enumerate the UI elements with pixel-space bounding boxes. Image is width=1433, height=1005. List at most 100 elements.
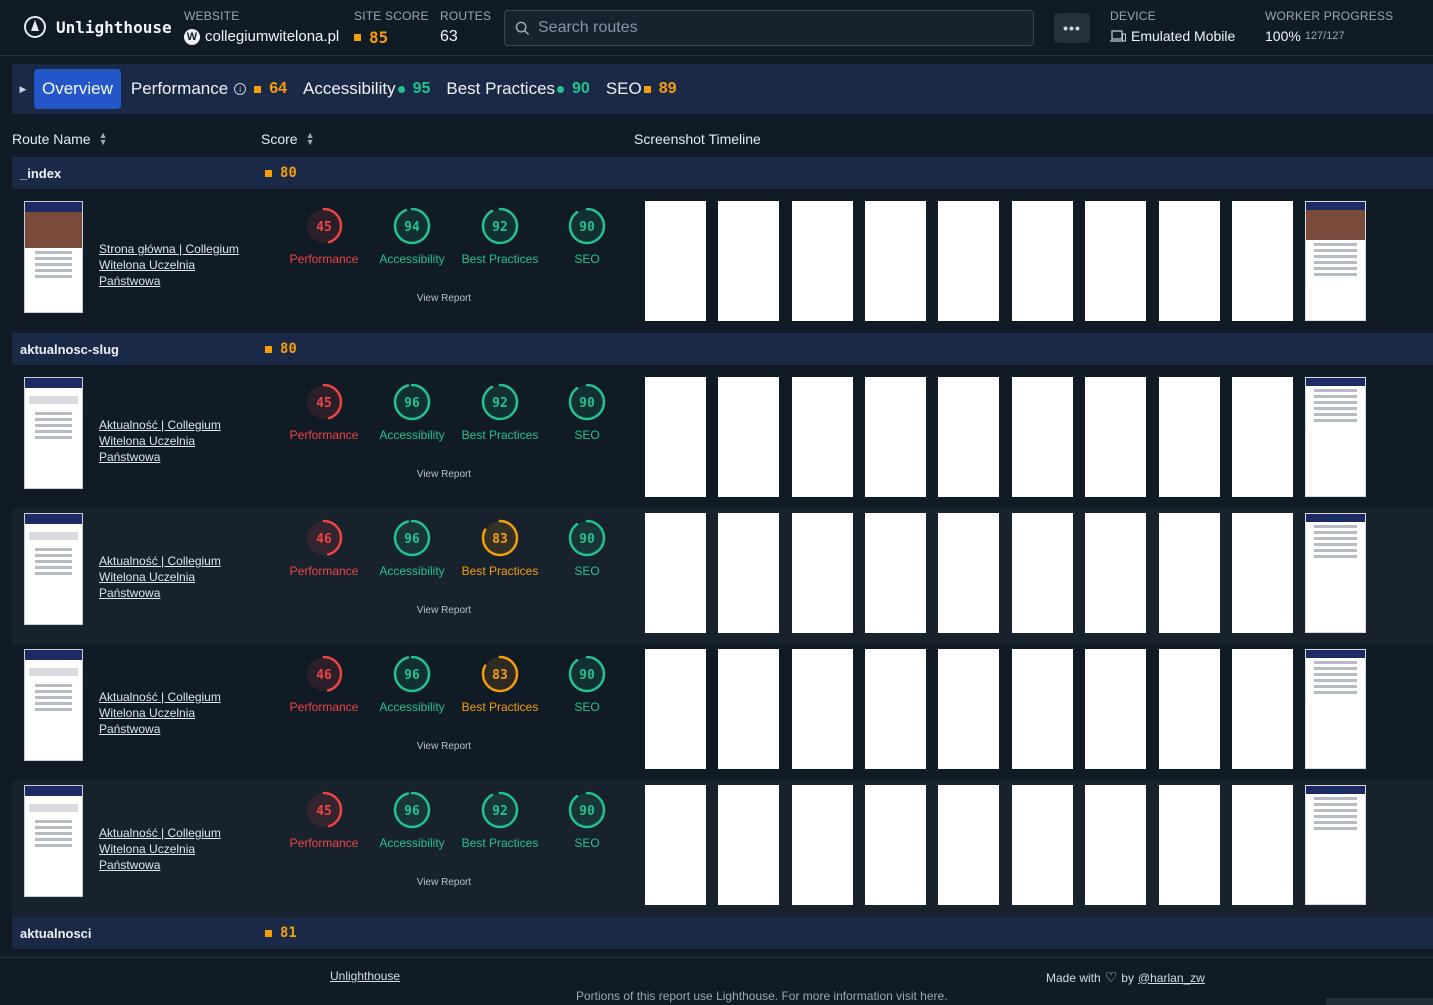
column-route-name[interactable]: Route Name ▲ ▼ [12, 131, 108, 148]
timeline-frame[interactable] [718, 201, 779, 321]
timeline-frame[interactable] [1012, 377, 1073, 497]
timeline-frame[interactable] [938, 201, 999, 321]
score-gauge[interactable]: 96 Accessibility [368, 381, 456, 442]
timeline-frame[interactable] [718, 785, 779, 905]
score-gauge[interactable]: 90 SEO [543, 653, 631, 714]
timeline-frame[interactable] [645, 785, 706, 905]
timeline-frame[interactable] [1305, 377, 1366, 497]
timeline-frame[interactable] [1012, 785, 1073, 905]
view-report-link[interactable]: View Report [404, 605, 484, 616]
timeline-frame[interactable] [938, 785, 999, 905]
timeline-frame[interactable] [1159, 785, 1220, 905]
tab-accessibility[interactable]: Accessibility 95 [303, 69, 430, 109]
tab-seo[interactable]: SEO 89 [606, 69, 677, 109]
timeline-frame[interactable] [938, 377, 999, 497]
group-row[interactable]: aktualnosci 81 [12, 917, 1433, 949]
timeline-frame[interactable] [1232, 513, 1293, 633]
timeline-frame[interactable] [1012, 513, 1073, 633]
timeline-frame[interactable] [718, 649, 779, 769]
route-title-link[interactable]: Aktualność | Collegium Witelona Uczelnia… [99, 689, 249, 737]
score-gauge[interactable]: 90 SEO [543, 381, 631, 442]
score-gauge[interactable]: 90 SEO [543, 789, 631, 850]
timeline-frame[interactable] [1305, 201, 1366, 321]
timeline-frame[interactable] [645, 377, 706, 497]
route-screenshot-thumbnail[interactable] [24, 649, 83, 761]
score-gauge[interactable]: 45 Performance [280, 789, 368, 850]
timeline-frame[interactable] [1085, 513, 1146, 633]
route-screenshot-thumbnail[interactable] [24, 513, 83, 625]
timeline-frame[interactable] [645, 201, 706, 321]
sort-icon[interactable]: ▲ ▼ [306, 131, 315, 147]
group-row[interactable]: _index 80 [12, 157, 1433, 189]
timeline-frame[interactable] [1232, 649, 1293, 769]
info-icon[interactable]: i [234, 83, 247, 95]
score-gauge[interactable]: 96 Accessibility [368, 517, 456, 578]
search-box[interactable] [504, 10, 1034, 46]
timeline-frame[interactable] [1085, 201, 1146, 321]
score-gauge[interactable]: 94 Accessibility [368, 205, 456, 266]
column-score[interactable]: Score ▲ ▼ [261, 131, 315, 148]
route-title-link[interactable]: Strona główna | Collegium Witelona Uczel… [99, 241, 249, 289]
sort-icon[interactable]: ▲ ▼ [99, 131, 108, 147]
view-report-link[interactable]: View Report [404, 877, 484, 888]
timeline-frame[interactable] [1159, 649, 1220, 769]
route-title-link[interactable]: Aktualność | Collegium Witelona Uczelnia… [99, 825, 249, 873]
score-gauge[interactable]: 90 SEO [543, 517, 631, 578]
timeline-frame[interactable] [718, 513, 779, 633]
timeline-frame[interactable] [1085, 649, 1146, 769]
author-link[interactable]: @harlan_zw [1138, 971, 1205, 985]
route-title-link[interactable]: Aktualność | Collegium Witelona Uczelnia… [99, 417, 249, 465]
timeline-frame[interactable] [1305, 649, 1366, 769]
timeline-frame[interactable] [1012, 201, 1073, 321]
timeline-frame[interactable] [1159, 201, 1220, 321]
score-gauge[interactable]: 46 Performance [280, 653, 368, 714]
timeline-frame[interactable] [645, 513, 706, 633]
footer-unlighthouse-link[interactable]: Unlighthouse [330, 969, 400, 983]
score-gauge[interactable]: 92 Best Practices [456, 789, 544, 850]
route-screenshot-thumbnail[interactable] [24, 785, 83, 897]
timeline-frame[interactable] [792, 649, 853, 769]
view-report-link[interactable]: View Report [404, 293, 484, 304]
timeline-frame[interactable] [1232, 377, 1293, 497]
tab-best-practices[interactable]: Best Practices 90 [446, 69, 589, 109]
view-report-link[interactable]: View Report [404, 469, 484, 480]
timeline-frame[interactable] [865, 377, 926, 497]
timeline-frame[interactable] [792, 377, 853, 497]
timeline-frame[interactable] [865, 649, 926, 769]
timeline-frame[interactable] [938, 513, 999, 633]
timeline-frame[interactable] [1159, 513, 1220, 633]
score-gauge[interactable]: 92 Best Practices [456, 381, 544, 442]
timeline-frame[interactable] [865, 201, 926, 321]
score-gauge[interactable]: 96 Accessibility [368, 789, 456, 850]
score-gauge[interactable]: 45 Performance [280, 205, 368, 266]
timeline-frame[interactable] [865, 513, 926, 633]
timeline-frame[interactable] [1012, 649, 1073, 769]
group-row[interactable]: aktualnosc-slug 80 [12, 333, 1433, 365]
tab-performance[interactable]: Performance i 64 [131, 69, 287, 109]
score-gauge[interactable]: 90 SEO [543, 205, 631, 266]
score-gauge[interactable]: 83 Best Practices [456, 517, 544, 578]
score-gauge[interactable]: 83 Best Practices [456, 653, 544, 714]
route-screenshot-thumbnail[interactable] [24, 377, 83, 489]
route-screenshot-thumbnail[interactable] [24, 201, 83, 313]
search-input[interactable] [538, 19, 1018, 37]
timeline-frame[interactable] [1305, 785, 1366, 905]
timeline-frame[interactable] [938, 649, 999, 769]
expand-caret-icon[interactable]: ▶ [12, 84, 34, 95]
timeline-frame[interactable] [645, 649, 706, 769]
score-gauge[interactable]: 96 Accessibility [368, 653, 456, 714]
website-value[interactable]: collegiumwitelona.pl [205, 28, 339, 45]
timeline-frame[interactable] [1085, 377, 1146, 497]
score-gauge[interactable]: 45 Performance [280, 381, 368, 442]
timeline-frame[interactable] [792, 513, 853, 633]
view-report-link[interactable]: View Report [404, 741, 484, 752]
timeline-frame[interactable] [718, 377, 779, 497]
timeline-frame[interactable] [792, 201, 853, 321]
timeline-frame[interactable] [1232, 785, 1293, 905]
timeline-frame[interactable] [792, 785, 853, 905]
score-gauge[interactable]: 46 Performance [280, 517, 368, 578]
route-title-link[interactable]: Aktualność | Collegium Witelona Uczelnia… [99, 553, 249, 601]
tab-overview[interactable]: Overview [34, 69, 121, 109]
timeline-frame[interactable] [1159, 377, 1220, 497]
timeline-frame[interactable] [1305, 513, 1366, 633]
